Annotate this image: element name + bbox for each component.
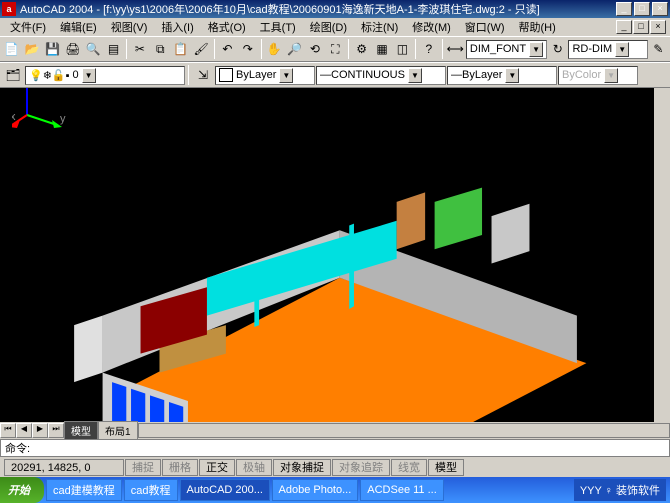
zoom-rt-icon[interactable]: 🔎 xyxy=(285,38,304,60)
svg-text:x: x xyxy=(12,111,16,123)
model-toggle[interactable]: 模型 xyxy=(428,459,464,476)
preview-icon[interactable]: 🔍 xyxy=(84,38,103,60)
plotstyle-combo[interactable]: ByColor▼ xyxy=(558,66,638,85)
coords-readout: 20291, 14825, 0 xyxy=(4,459,124,476)
redo-icon[interactable]: ↷ xyxy=(238,38,257,60)
ucs-icon: z y x xyxy=(12,88,670,421)
cut-icon[interactable]: ✂ xyxy=(130,38,149,60)
taskbar: 开始 cad建模教程 cad教程 AutoCAD 200... Adobe Ph… xyxy=(0,477,670,503)
svg-text:y: y xyxy=(60,113,66,125)
tab-first-icon[interactable]: ⏮ xyxy=(0,423,16,438)
layer-combo[interactable]: 💡❄🔓▪ 0▼ xyxy=(25,66,185,85)
copy-icon[interactable]: ⧉ xyxy=(151,38,170,60)
close-button[interactable]: × xyxy=(652,2,668,16)
tab-model[interactable]: 模型 xyxy=(64,421,98,439)
tab-next-icon[interactable]: ▶ xyxy=(32,423,48,438)
linetype-combo[interactable]: — CONTINUOUS▼ xyxy=(316,66,446,85)
system-tray[interactable]: YYY ♀ 装饰软件 xyxy=(574,479,666,501)
mdi-close[interactable]: × xyxy=(650,20,666,34)
menu-edit[interactable]: 编辑(E) xyxy=(54,18,103,36)
dimstyle-combo[interactable]: DIM_FONT▼ xyxy=(466,40,547,59)
menu-insert[interactable]: 插入(I) xyxy=(155,18,199,36)
app-icon: a xyxy=(2,2,16,16)
open-icon[interactable]: 📂 xyxy=(22,38,41,60)
layer-props-icon[interactable]: 🗂 xyxy=(2,64,24,86)
menu-dim[interactable]: 标注(N) xyxy=(355,18,404,36)
minimize-button[interactable]: _ xyxy=(616,2,632,16)
menu-view[interactable]: 视图(V) xyxy=(105,18,154,36)
layout-tabs-bar: ⏮ ◀ ▶ ⏭ 模型 布局1 xyxy=(0,422,670,439)
undo-icon[interactable]: ↶ xyxy=(218,38,237,60)
make-current-icon[interactable]: ⇲ xyxy=(192,64,214,86)
layer-state-icons: 💡❄🔓▪ xyxy=(29,69,70,82)
polar-toggle[interactable]: 极轴 xyxy=(236,459,272,476)
window-title: AutoCAD 2004 - [f:\yy\ys1\2006年\2006年10月… xyxy=(20,1,616,17)
tab-last-icon[interactable]: ⏭ xyxy=(48,423,64,438)
dim-update-icon[interactable]: ↻ xyxy=(548,38,567,60)
menu-format[interactable]: 格式(O) xyxy=(202,18,252,36)
mdi-restore[interactable]: □ xyxy=(633,20,649,34)
task-3[interactable]: AutoCAD 200... xyxy=(180,479,270,501)
publish-icon[interactable]: ▤ xyxy=(104,38,123,60)
task-5[interactable]: ACDSee 11 ... xyxy=(360,479,444,501)
menubar: 文件(F) 编辑(E) 视图(V) 插入(I) 格式(O) 工具(T) 绘图(D… xyxy=(0,18,670,36)
new-icon[interactable]: 📄 xyxy=(2,38,21,60)
grid-toggle[interactable]: 栅格 xyxy=(162,459,198,476)
menu-window[interactable]: 窗口(W) xyxy=(459,18,511,36)
start-button[interactable]: 开始 xyxy=(0,477,44,503)
menu-draw[interactable]: 绘图(D) xyxy=(304,18,353,36)
menu-file[interactable]: 文件(F) xyxy=(4,18,52,36)
restore-button[interactable]: □ xyxy=(634,2,650,16)
properties-toolbar: 🗂 💡❄🔓▪ 0▼ ⇲ ByLayer▼ — CONTINUOUS▼ — ByL… xyxy=(0,62,670,88)
menu-help[interactable]: 帮助(H) xyxy=(513,18,562,36)
task-4[interactable]: Adobe Photo... xyxy=(272,479,359,501)
print-icon[interactable]: 🖨 xyxy=(63,38,82,60)
task-1[interactable]: cad建模教程 xyxy=(46,479,122,501)
zoom-win-icon[interactable]: ⛶ xyxy=(326,38,345,60)
scrollbar-horizontal[interactable] xyxy=(138,423,670,438)
color-combo[interactable]: ByLayer▼ xyxy=(215,66,315,85)
otrack-toggle[interactable]: 对象追踪 xyxy=(332,459,390,476)
lineweight-combo[interactable]: — ByLayer▼ xyxy=(447,66,557,85)
tab-prev-icon[interactable]: ◀ xyxy=(16,423,32,438)
menu-tools[interactable]: 工具(T) xyxy=(254,18,302,36)
designcenter-icon[interactable]: ▦ xyxy=(372,38,391,60)
pan-icon[interactable]: ✋ xyxy=(265,38,284,60)
palette-icon[interactable]: ◫ xyxy=(393,38,412,60)
help-icon[interactable]: ? xyxy=(419,38,438,60)
viewport[interactable]: z y x ⏮ ◀ ▶ ⏭ 模型 布局1 xyxy=(0,88,670,439)
save-icon[interactable]: 💾 xyxy=(43,38,62,60)
status-bar: 20291, 14825, 0 捕捉 栅格 正交 极轴 对象捕捉 对象追踪 线宽… xyxy=(0,457,670,477)
zoom-prev-icon[interactable]: ⟲ xyxy=(305,38,324,60)
command-line[interactable]: 命令: xyxy=(0,439,670,457)
command-prompt-label: 命令: xyxy=(5,440,30,456)
paste-icon[interactable]: 📋 xyxy=(171,38,190,60)
standard-toolbar: 📄 📂 💾 🖨 🔍 ▤ ✂ ⧉ 📋 🖌 ↶ ↷ ✋ 🔎 ⟲ ⛶ ⚙ ▦ ◫ ? … xyxy=(0,36,670,62)
dim-edit-icon[interactable]: ✎ xyxy=(649,38,668,60)
task-2[interactable]: cad教程 xyxy=(124,479,178,501)
properties-icon[interactable]: ⚙ xyxy=(352,38,371,60)
lwt-toggle[interactable]: 线宽 xyxy=(391,459,427,476)
dimtype-combo[interactable]: RD-DIM▼ xyxy=(568,40,647,59)
dim-linear-icon[interactable]: ⟷ xyxy=(446,38,465,60)
menu-modify[interactable]: 修改(M) xyxy=(406,18,457,36)
scrollbar-vertical[interactable] xyxy=(654,88,670,422)
ortho-toggle[interactable]: 正交 xyxy=(199,459,235,476)
match-icon[interactable]: 🖌 xyxy=(191,38,210,60)
mdi-minimize[interactable]: _ xyxy=(616,20,632,34)
osnap-toggle[interactable]: 对象捕捉 xyxy=(273,459,331,476)
snap-toggle[interactable]: 捕捉 xyxy=(125,459,161,476)
tab-layout1[interactable]: 布局1 xyxy=(98,421,138,439)
